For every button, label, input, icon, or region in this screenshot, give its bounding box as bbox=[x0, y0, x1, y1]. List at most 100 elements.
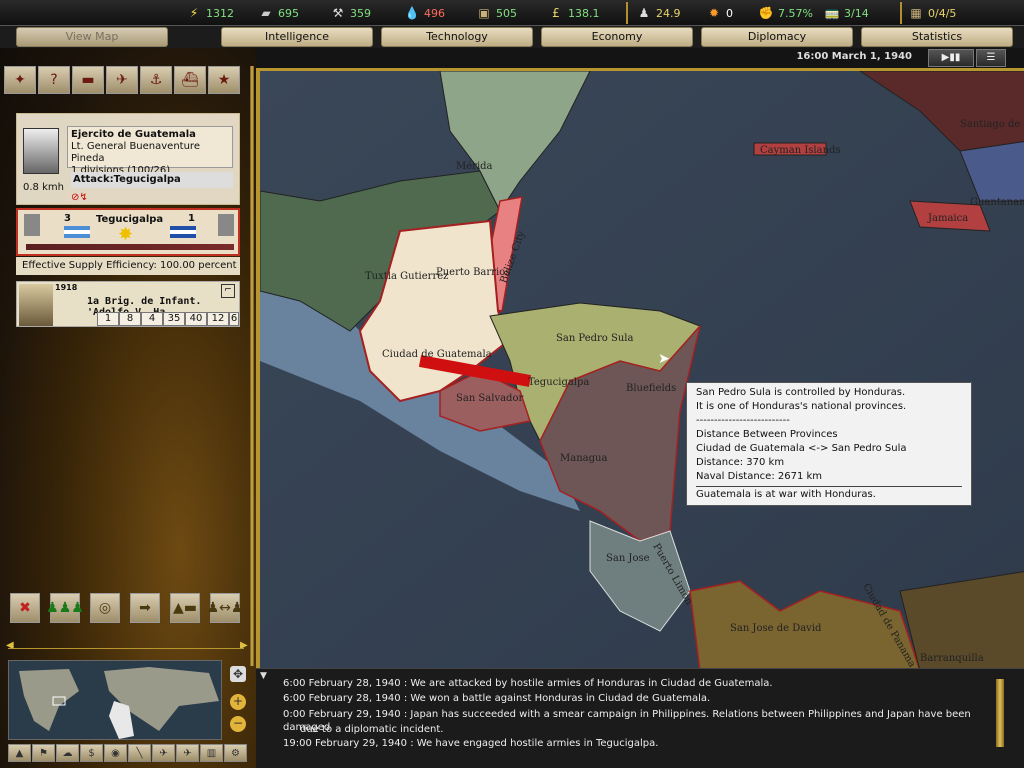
tab-intelligence[interactable]: Intelligence bbox=[221, 27, 373, 47]
map-label-san-jose[interactable]: San Jose bbox=[606, 553, 650, 564]
oil-icon: 💧 bbox=[404, 6, 420, 20]
resource-money[interactable]: £138.1 bbox=[548, 4, 599, 22]
map-label-san-jose-david[interactable]: San Jose de David bbox=[730, 623, 822, 634]
division-stat: 40 bbox=[185, 312, 207, 326]
scroll-left-icon[interactable]: ◀ bbox=[6, 640, 14, 651]
supply-mode-button[interactable]: ✈ bbox=[152, 744, 175, 762]
army-filter-button[interactable]: ✦ bbox=[4, 66, 36, 94]
map-label-barranquilla[interactable]: Barranquilla bbox=[920, 653, 984, 664]
minimap[interactable] bbox=[8, 660, 222, 740]
province-tooltip: San Pedro Sula is controlled by Honduras… bbox=[686, 382, 972, 506]
map-label-san-salvador[interactable]: San Salvador bbox=[456, 393, 523, 404]
map-label-puerto-barrios[interactable]: Puerto Barrios bbox=[436, 267, 510, 278]
minimap-expand-icon[interactable]: ✥ bbox=[230, 666, 246, 682]
tab-economy[interactable]: Economy bbox=[541, 27, 693, 47]
map-label-ciudad-guatemala[interactable]: Ciudad de Guatemala bbox=[382, 349, 492, 360]
terrain-mode-button[interactable]: ▲ bbox=[8, 744, 31, 762]
menu-icon: ☰ bbox=[986, 52, 996, 63]
map-label-bluefields[interactable]: Bluefields bbox=[626, 383, 676, 394]
star-icon: ★ bbox=[217, 72, 231, 88]
resource-metal[interactable]: ▰ 695 bbox=[258, 4, 299, 22]
partisan-filter-button[interactable]: ★ bbox=[208, 66, 240, 94]
tooltip-line: San Pedro Sula is controlled by Honduras… bbox=[696, 387, 906, 398]
building-icon: ▥ bbox=[206, 747, 217, 759]
scroll-right-icon[interactable]: ▶ bbox=[240, 640, 248, 651]
resource-nukes[interactable]: ✹ 0 bbox=[706, 4, 733, 22]
attack-target-icon[interactable]: ⊘↯ bbox=[71, 192, 88, 203]
air-mode-button[interactable]: ✈ bbox=[176, 744, 199, 762]
defender-count: 1 bbox=[188, 213, 195, 224]
tab-view-map[interactable]: View Map bbox=[16, 27, 168, 47]
map-canvas[interactable]: Mérida Belize City Tuxtla Gutierrez Puer… bbox=[260, 71, 1024, 668]
commander-portrait[interactable] bbox=[23, 128, 59, 174]
army-icon: ✦ bbox=[14, 72, 26, 88]
resource-manpower[interactable]: ♟ 24.9 bbox=[636, 4, 681, 22]
map-label-jamaica[interactable]: Jamaica bbox=[927, 213, 968, 224]
time-bar: 16:00 March 1, 1940 ▶▮▮ ☰ bbox=[256, 48, 1024, 68]
divider bbox=[8, 648, 244, 649]
defender-portrait bbox=[218, 214, 234, 236]
resource-energy[interactable]: ⚡ 1312 bbox=[186, 4, 234, 22]
armor-filter-button[interactable]: ▬ bbox=[72, 66, 104, 94]
convoy-icon: ▦ bbox=[910, 6, 922, 20]
attacker-count: 3 bbox=[64, 213, 71, 224]
air-filter-button[interactable]: ✈ bbox=[106, 66, 138, 94]
resource-bar: ⚡ 1312 ▰ 695 ⚒ 359 💧 496 ▣ 505 £138.1 ♟ 24.9 ✹… bbox=[0, 0, 1024, 26]
rare-materials-icon: ⚒ bbox=[332, 6, 344, 20]
army-name[interactable]: Ejercito de Guatemala bbox=[71, 129, 229, 141]
map-mode-toolbar: ▲ ⚑ ☁ $ ◉ ╲ ✈ ✈ ▥ ⚙ bbox=[8, 744, 248, 764]
weather-mode-button[interactable]: ☁ bbox=[56, 744, 79, 762]
navy-filter-button[interactable]: ⚓ bbox=[140, 66, 172, 94]
disband-button[interactable]: ✖ bbox=[10, 593, 40, 623]
division-stat: 4 bbox=[141, 312, 163, 326]
transport-button[interactable]: ▲▬ bbox=[170, 593, 200, 623]
unknown-filter-button[interactable]: ? bbox=[38, 66, 70, 94]
resource-supplies[interactable]: ▣ 505 bbox=[476, 4, 517, 22]
target-button[interactable]: ◎ bbox=[90, 593, 120, 623]
infrastructure-mode-button[interactable]: ╲ bbox=[128, 744, 151, 762]
map-label-guantanamo[interactable]: Guantanamo bbox=[970, 197, 1024, 208]
minimap-world bbox=[19, 667, 219, 739]
tooltip-line: Distance: 370 km bbox=[696, 457, 785, 468]
energy-icon: ⚡ bbox=[189, 6, 199, 20]
division-box[interactable]: 1918 1a Brig. de Infant. 'Adolfo V. Ha ⌐… bbox=[16, 281, 240, 327]
pause-play-button[interactable]: ▶▮▮ bbox=[928, 49, 974, 67]
mouse-cursor-icon: ➤ bbox=[658, 351, 670, 367]
log-scrollbar[interactable] bbox=[996, 679, 1004, 747]
map-label-santiago[interactable]: Santiago de Cuba bbox=[960, 119, 1024, 130]
menu-button[interactable]: ☰ bbox=[976, 49, 1006, 67]
map-label-san-pedro-sula[interactable]: San Pedro Sula bbox=[556, 333, 633, 344]
log-entry: 6:00 February 28, 1940 : We won a battle… bbox=[283, 693, 711, 704]
resource-transports[interactable]: 🚃 3/14 bbox=[824, 4, 869, 22]
split-button[interactable]: ♟↔♟ bbox=[207, 593, 243, 623]
resource-dissent[interactable]: ✊ 7.57% bbox=[758, 4, 813, 22]
map-label-managua[interactable]: Managua bbox=[560, 453, 607, 464]
reorganize-button[interactable]: ♟♟♟ bbox=[46, 593, 84, 623]
resource-oil[interactable]: 💧 496 bbox=[404, 4, 445, 22]
world-map[interactable]: Mérida Belize City Tuxtla Gutierrez Puer… bbox=[256, 68, 1024, 668]
division-stat: 8 bbox=[119, 312, 141, 326]
transport-icon: 🚃 bbox=[824, 6, 840, 20]
panel-border bbox=[250, 66, 254, 666]
tab-technology[interactable]: Technology bbox=[381, 27, 533, 47]
zoom-in-icon[interactable]: + bbox=[230, 694, 246, 710]
ship-filter-button[interactable]: ⛴ bbox=[174, 66, 206, 94]
map-label-cayman[interactable]: Cayman Islands bbox=[760, 145, 841, 156]
zoom-out-icon[interactable]: − bbox=[230, 716, 246, 732]
resource-rare-materials[interactable]: ⚒ 359 bbox=[330, 4, 371, 22]
map-label-tegucigalpa[interactable]: Tegucigalpa bbox=[528, 377, 589, 388]
settings-mode-button[interactable]: ⚙ bbox=[224, 744, 247, 762]
log-collapse-icon[interactable]: ▼ bbox=[260, 671, 267, 681]
resource-mode-button[interactable]: ◉ bbox=[104, 744, 127, 762]
resource-convoys[interactable]: ▦ 0/4/5 bbox=[908, 4, 956, 22]
building-mode-button[interactable]: ▥ bbox=[200, 744, 223, 762]
tab-statistics[interactable]: Statistics bbox=[861, 27, 1013, 47]
economy-mode-button[interactable]: $ bbox=[80, 744, 103, 762]
map-label-merida[interactable]: Mérida bbox=[456, 161, 493, 172]
tab-diplomacy[interactable]: Diplomacy bbox=[701, 27, 853, 47]
weather-icon: ☁ bbox=[62, 747, 73, 759]
move-button[interactable]: ➡ bbox=[130, 593, 160, 623]
coins-icon: ◉ bbox=[111, 747, 120, 759]
political-mode-button[interactable]: ⚑ bbox=[32, 744, 55, 762]
arrow-right-icon: ➡ bbox=[139, 600, 151, 616]
